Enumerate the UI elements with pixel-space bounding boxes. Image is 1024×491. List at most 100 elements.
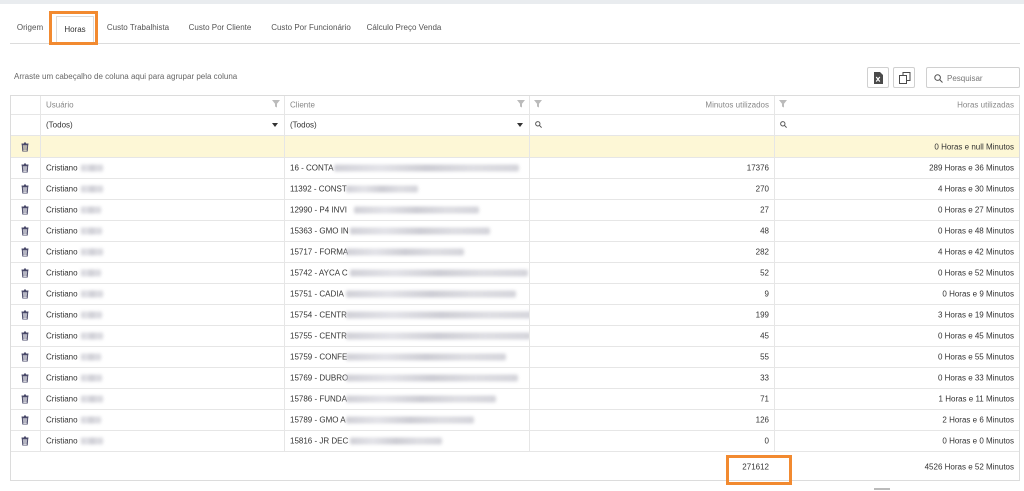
- tab-calculo-preco-venda[interactable]: Cálculo Preço Venda: [362, 12, 446, 44]
- cell-minutos[interactable]: 126: [530, 410, 775, 430]
- search-box[interactable]: [926, 67, 1020, 88]
- cell-usuario[interactable]: Cristiano: [41, 431, 285, 451]
- cell-horas[interactable]: 4 Horas e 30 Minutos: [775, 179, 1019, 199]
- cell-minutos[interactable]: 17376: [530, 158, 775, 178]
- trash-icon[interactable]: [21, 205, 29, 215]
- search-input[interactable]: [947, 71, 1017, 85]
- cell-usuario[interactable]: Cristiano: [41, 221, 285, 241]
- export-excel-button[interactable]: [867, 67, 889, 88]
- cell-horas[interactable]: 2 Horas e 6 Minutos: [775, 410, 1019, 430]
- delete-row-button[interactable]: [11, 389, 41, 409]
- cell-horas[interactable]: 289 Horas e 36 Minutos: [775, 158, 1019, 178]
- trash-icon[interactable]: [21, 415, 29, 425]
- horizontal-scrollbar[interactable]: [874, 488, 890, 490]
- table-row[interactable]: Cristiano 15816 - JR DEC 0 0 Horas e 0 Minu…: [11, 431, 1019, 452]
- cell-usuario[interactable]: Cristiano: [41, 179, 285, 199]
- header-cliente[interactable]: Cliente: [285, 96, 530, 114]
- delete-row-button[interactable]: [11, 284, 41, 304]
- table-row[interactable]: Cristiano 16 - CONTA 17376 289 Horas e 36 M…: [11, 158, 1019, 179]
- table-row[interactable]: Cristiano 15751 - CADIA 9 0 Horas e 9 Minut…: [11, 284, 1019, 305]
- table-row[interactable]: Cristiano 11392 - CONST 270 4 Horas e 30 Mi…: [11, 179, 1019, 200]
- tab-custo-por-funcionario[interactable]: Custo Por Funcionário: [266, 12, 356, 44]
- tab-origem[interactable]: Origem: [10, 12, 50, 44]
- filter-cliente-select[interactable]: (Todos): [285, 115, 530, 135]
- table-row[interactable]: Cristiano 15755 - CENTR 45 0 Horas e 45 Min…: [11, 326, 1019, 347]
- trash-icon[interactable]: [21, 352, 29, 362]
- header-minutos[interactable]: Minutos utilizados: [530, 96, 775, 114]
- delete-row-button[interactable]: [11, 305, 41, 325]
- table-row[interactable]: Cristiano 15769 - DUBRO 33 0 Horas e 33 Min…: [11, 368, 1019, 389]
- cell-usuario[interactable]: Cristiano: [41, 368, 285, 388]
- cell-usuario[interactable]: Cristiano: [41, 410, 285, 430]
- new-row-delete[interactable]: [11, 136, 41, 157]
- cell-cliente[interactable]: 15786 - FUNDA: [285, 389, 530, 409]
- trash-icon[interactable]: [21, 373, 29, 383]
- cell-minutos[interactable]: 55: [530, 347, 775, 367]
- cell-usuario[interactable]: Cristiano: [41, 389, 285, 409]
- cell-usuario[interactable]: Cristiano: [41, 242, 285, 262]
- table-row[interactable]: Cristiano 15717 - FORMA 282 4 Horas e 42 Mi…: [11, 242, 1019, 263]
- delete-row-button[interactable]: [11, 263, 41, 283]
- trash-icon[interactable]: [21, 436, 29, 446]
- table-row[interactable]: Cristiano 15786 - FUNDA 71 1 Horas e 11 Min…: [11, 389, 1019, 410]
- table-row[interactable]: Cristiano 15363 - GMO IN 48 0 Horas e 48 Mi…: [11, 221, 1019, 242]
- new-row-usuario[interactable]: [41, 136, 285, 157]
- delete-row-button[interactable]: [11, 158, 41, 178]
- cell-minutos[interactable]: 33: [530, 368, 775, 388]
- table-row[interactable]: Cristiano 12990 - P4 INVI 27 0 Horas e 27 M…: [11, 200, 1019, 221]
- filter-usuario-select[interactable]: (Todos): [41, 115, 285, 135]
- cell-minutos[interactable]: 71: [530, 389, 775, 409]
- cell-minutos[interactable]: 27: [530, 200, 775, 220]
- trash-icon[interactable]: [21, 268, 29, 278]
- new-row-horas[interactable]: 0 Horas e null Minutos: [775, 136, 1019, 157]
- cell-horas[interactable]: 0 Horas e 0 Minutos: [775, 431, 1019, 451]
- cell-horas[interactable]: 3 Horas e 19 Minutos: [775, 305, 1019, 325]
- delete-row-button[interactable]: [11, 179, 41, 199]
- trash-icon[interactable]: [21, 247, 29, 257]
- cell-cliente[interactable]: 15816 - JR DEC: [285, 431, 530, 451]
- cell-cliente[interactable]: 15363 - GMO IN: [285, 221, 530, 241]
- delete-row-button[interactable]: [11, 221, 41, 241]
- cell-cliente[interactable]: 15751 - CADIA: [285, 284, 530, 304]
- cell-cliente[interactable]: 16 - CONTA: [285, 158, 530, 178]
- cell-minutos[interactable]: 282: [530, 242, 775, 262]
- trash-icon[interactable]: [21, 184, 29, 194]
- trash-icon[interactable]: [21, 142, 29, 151]
- cell-minutos[interactable]: 270: [530, 179, 775, 199]
- cell-cliente[interactable]: 11392 - CONST: [285, 179, 530, 199]
- cell-cliente[interactable]: 12990 - P4 INVI: [285, 200, 530, 220]
- cell-usuario[interactable]: Cristiano: [41, 263, 285, 283]
- cell-minutos[interactable]: 52: [530, 263, 775, 283]
- cell-cliente[interactable]: 15742 - AYCA C: [285, 263, 530, 283]
- cell-cliente[interactable]: 15789 - GMO A: [285, 410, 530, 430]
- cell-minutos[interactable]: 199: [530, 305, 775, 325]
- delete-row-button[interactable]: [11, 347, 41, 367]
- tab-custo-por-cliente[interactable]: Custo Por Cliente: [182, 12, 258, 44]
- trash-icon[interactable]: [21, 226, 29, 236]
- delete-row-button[interactable]: [11, 410, 41, 430]
- table-row[interactable]: Cristiano 15742 - AYCA C 52 0 Horas e 52 Mi…: [11, 263, 1019, 284]
- funnel-icon[interactable]: [517, 100, 525, 108]
- cell-horas[interactable]: 0 Horas e 52 Minutos: [775, 263, 1019, 283]
- cell-usuario[interactable]: Cristiano: [41, 326, 285, 346]
- cell-horas[interactable]: 0 Horas e 55 Minutos: [775, 347, 1019, 367]
- delete-row-button[interactable]: [11, 200, 41, 220]
- cell-horas[interactable]: 0 Horas e 48 Minutos: [775, 221, 1019, 241]
- cell-horas[interactable]: 0 Horas e 33 Minutos: [775, 368, 1019, 388]
- table-row[interactable]: Cristiano 15759 - CONFE 55 0 Horas e 55 Min…: [11, 347, 1019, 368]
- cell-usuario[interactable]: Cristiano: [41, 200, 285, 220]
- funnel-icon[interactable]: [779, 100, 787, 108]
- cell-usuario[interactable]: Cristiano: [41, 305, 285, 325]
- trash-icon[interactable]: [21, 331, 29, 341]
- cell-usuario[interactable]: Cristiano: [41, 158, 285, 178]
- new-row-minutos[interactable]: [530, 136, 775, 157]
- delete-row-button[interactable]: [11, 431, 41, 451]
- tab-custo-trabalhista[interactable]: Custo Trabalhista: [102, 12, 174, 44]
- cell-cliente[interactable]: 15755 - CENTR: [285, 326, 530, 346]
- cell-usuario[interactable]: Cristiano: [41, 347, 285, 367]
- funnel-icon[interactable]: [534, 100, 542, 108]
- header-horas[interactable]: Horas utilizadas: [775, 96, 1019, 114]
- new-row-cliente[interactable]: [285, 136, 530, 157]
- cell-cliente[interactable]: 15759 - CONFE: [285, 347, 530, 367]
- cell-horas[interactable]: 4 Horas e 42 Minutos: [775, 242, 1019, 262]
